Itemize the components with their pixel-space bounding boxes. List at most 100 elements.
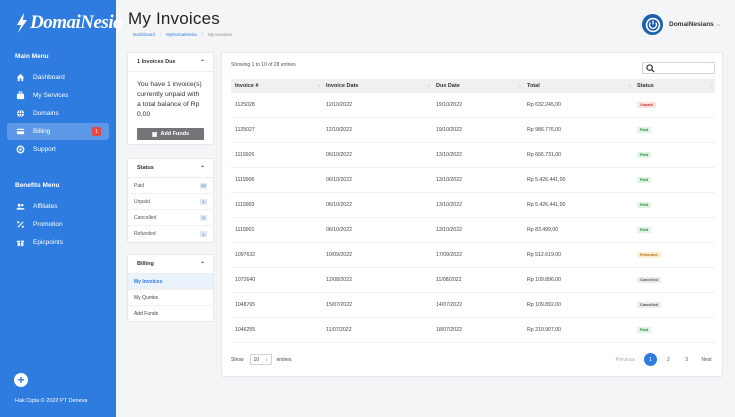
sidebar-item-support[interactable]: Support xyxy=(7,141,109,158)
billing-link-add-funds[interactable]: Add Funds xyxy=(128,306,213,322)
total-cell: Rp 109.896,00 xyxy=(527,277,562,283)
page-button-1[interactable]: 1 xyxy=(644,353,657,366)
status-badge: Paid xyxy=(637,127,652,133)
previous-page-button[interactable]: Previous xyxy=(616,353,635,366)
status-badge: Refunded xyxy=(637,252,661,258)
sidebar-item-epicpoints[interactable]: Epicpoints xyxy=(7,234,109,251)
sidebar-item-domains[interactable]: Domains xyxy=(7,105,109,122)
page-button-2[interactable]: 2 xyxy=(662,353,675,366)
percent-icon xyxy=(15,220,25,230)
user-menu[interactable]: DomaiNesians ⌵ xyxy=(642,14,721,35)
status-cell: Paid xyxy=(633,227,715,233)
status-cell: Unpaid xyxy=(633,102,715,108)
due-date-cell: 14/07/2022 xyxy=(436,302,462,308)
due-date-cell: 13/10/2022 xyxy=(436,227,462,233)
breadcrumb-dashboard[interactable]: Dashboard xyxy=(133,32,155,37)
column-label: Status xyxy=(637,83,654,89)
invoice-number-cell: 1097632 xyxy=(235,252,256,258)
status-filter-cancelled[interactable]: Cancelled 3 xyxy=(128,210,213,226)
status-count: 1 xyxy=(200,198,207,205)
sidebar-item-label: Epicpoints xyxy=(33,239,63,246)
sort-icon: ↑↓ xyxy=(427,83,430,88)
status-count: 3 xyxy=(200,214,207,221)
benefits-menu-title: Benefits Menu xyxy=(15,182,60,189)
add-button[interactable]: + xyxy=(14,373,28,387)
status-filter-unpaid[interactable]: Unpaid 1 xyxy=(128,194,213,210)
status-badge: Paid xyxy=(637,152,652,158)
pagination: Previous 1 2 3 Next xyxy=(616,353,713,366)
sidebar-item-my-services[interactable]: My Services xyxy=(7,87,109,104)
column-label: Due Date xyxy=(436,83,460,89)
add-funds-button[interactable]: ▣ Add Funds xyxy=(137,128,204,140)
table-header: Invoice # ↑↓ Invoice Date ↑↓ Due Date ↑↓… xyxy=(231,79,715,93)
status-filter-refunded[interactable]: Refunded 1 xyxy=(128,226,213,242)
invoice-date-cell: 06/10/2022 xyxy=(326,202,352,208)
chevron-up-icon[interactable]: ⌃ xyxy=(200,59,205,66)
status-label: Refunded xyxy=(134,231,156,237)
due-date-cell: 13/10/2022 xyxy=(436,202,462,208)
entries-label: entries xyxy=(276,356,292,363)
sidebar-item-affiliates[interactable]: Affiliates xyxy=(7,198,109,215)
search-input[interactable] xyxy=(642,62,715,74)
logo-mark-icon xyxy=(17,13,27,33)
status-filter-paid[interactable]: Paid 22 xyxy=(128,178,213,194)
table-body: 1125028 12/10/2022 19/10/2022 Rp 632.245,00… xyxy=(231,93,715,343)
invoices-due-text: You have 1 invoice(s) currently unpaid w… xyxy=(137,81,202,118)
avatar[interactable] xyxy=(642,14,663,35)
billing-link-my-invoices[interactable]: My Invoices xyxy=(128,274,213,290)
billing-header[interactable]: Billing ⌃ xyxy=(128,255,213,274)
total-cell: Rp 512.619,00 xyxy=(527,252,562,258)
sidebar-item-label: Billing xyxy=(33,128,51,135)
total-cell: Rp 5.426.441,00 xyxy=(527,177,566,183)
table-row[interactable]: 1119903 06/10/2022 13/10/2022 Rp 5.426.441,… xyxy=(231,193,715,218)
page-length-control: Show 10 ↕ entries xyxy=(231,354,292,365)
chevron-up-icon[interactable]: ⌃ xyxy=(200,165,205,172)
chevron-up-icon[interactable]: ⌃ xyxy=(200,261,205,268)
breadcrumb-mydomainesia[interactable]: MyDomaiNesia xyxy=(166,32,197,37)
briefcase-icon xyxy=(15,91,25,101)
gift-icon xyxy=(15,238,25,248)
sidebar-item-promotion[interactable]: Promotion xyxy=(7,216,109,233)
lifebuoy-icon xyxy=(15,145,25,155)
column-invoice-number[interactable]: Invoice # ↑↓ xyxy=(231,79,322,93)
status-cell: Paid xyxy=(633,327,715,333)
invoice-date-cell: 12/10/2022 xyxy=(326,127,352,133)
column-due-date[interactable]: Due Date ↑↓ xyxy=(432,79,523,93)
table-row[interactable]: 1097632 10/09/2022 17/09/2022 Rp 512.619,00… xyxy=(231,243,715,268)
page-button-3[interactable]: 3 xyxy=(680,353,693,366)
status-badge: Unpaid xyxy=(637,102,656,108)
table-row[interactable]: 1072640 12/08/2022 11/08/2022 Rp 109.896,00… xyxy=(231,268,715,293)
status-cell: Paid xyxy=(633,152,715,158)
select-arrows-icon: ↕ xyxy=(265,357,268,362)
brand-logo[interactable]: DomaiNesia xyxy=(15,12,123,34)
status-header[interactable]: Status ⌃ xyxy=(128,159,213,178)
home-icon xyxy=(15,73,25,83)
invoice-date-cell: 06/10/2022 xyxy=(326,152,352,158)
chevron-down-icon[interactable]: ⌵ xyxy=(717,22,721,28)
table-row[interactable]: 1048765 15/07/2022 14/07/2022 Rp 109.892,00… xyxy=(231,293,715,318)
column-invoice-date[interactable]: Invoice Date ↑↓ xyxy=(322,79,432,93)
billing-link-my-quotes[interactable]: My Quotes xyxy=(128,290,213,306)
user-name[interactable]: DomaiNesians xyxy=(669,21,714,28)
total-cell: Rp 666.731,00 xyxy=(527,152,562,158)
due-date-cell: 13/10/2022 xyxy=(436,152,462,158)
invoice-number-cell: 1119901 xyxy=(235,227,255,233)
invoices-due-header[interactable]: 1 Invoices Due ⌃ xyxy=(128,53,213,72)
invoice-number-cell: 1048765 xyxy=(235,302,256,308)
sidebar-item-billing[interactable]: Billing 1 xyxy=(7,123,109,140)
entries-select[interactable]: 10 ↕ xyxy=(249,354,272,365)
invoice-date-cell: 10/09/2022 xyxy=(326,252,352,258)
table-row[interactable]: 1125027 12/10/2022 19/10/2022 Rp 986.776,00… xyxy=(231,118,715,143)
breadcrumb-current: My Invoices xyxy=(208,32,232,37)
table-row[interactable]: 1046255 11/07/2022 18/07/2022 Rp 210.907,00… xyxy=(231,318,715,343)
column-status[interactable]: Status ↑↓ xyxy=(633,79,715,93)
status-cell: Cancelled xyxy=(633,277,715,283)
table-row[interactable]: 1119906 06/10/2022 13/10/2022 Rp 5.426.441,… xyxy=(231,168,715,193)
main-menu-title: Main Menu xyxy=(15,53,49,60)
table-row[interactable]: 1125028 12/10/2022 19/10/2022 Rp 632.245,00… xyxy=(231,93,715,118)
table-row[interactable]: 1119926 06/10/2022 13/10/2022 Rp 666.731,00… xyxy=(231,143,715,168)
sidebar-item-dashboard[interactable]: Dashboard xyxy=(7,69,109,86)
table-row[interactable]: 1119901 06/10/2022 13/10/2022 Rp 83.499,00 P… xyxy=(231,218,715,243)
next-page-button[interactable]: Next xyxy=(700,353,713,366)
column-total[interactable]: Total ↑↓ xyxy=(523,79,633,93)
